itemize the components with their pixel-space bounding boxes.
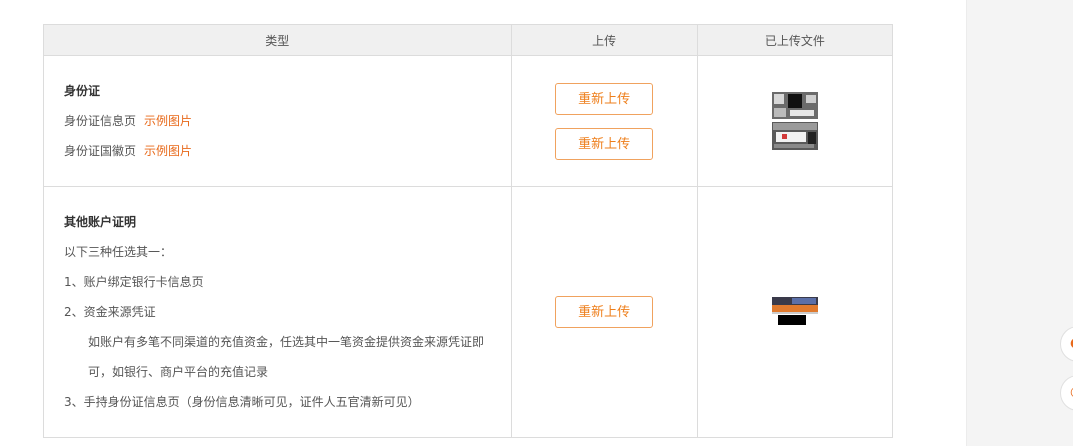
type-cell: 身份证 身份证信息页 示例图片 身份证国徽页 示例图片	[43, 55, 512, 187]
header-type: 类型	[43, 24, 512, 56]
uploaded-files-cell	[696, 55, 894, 187]
uploaded-file-thumbnail[interactable]	[771, 297, 818, 327]
reupload-button[interactable]: 重新上传	[555, 127, 654, 160]
feedback-icon[interactable]: ◑	[1060, 375, 1073, 411]
doc-line: 1、账户绑定银行卡信息页	[64, 275, 204, 289]
example-image-link[interactable]: 示例图片	[144, 114, 192, 128]
reupload-button[interactable]: 重新上传	[555, 296, 654, 328]
table-row-other-proof: 其他账户证明 以下三种任选其一： 1、账户绑定银行卡信息页 2、资金来源凭证 如…	[43, 186, 894, 438]
table-header-row: 类型 上传 已上传文件	[43, 24, 894, 56]
type-cell: 其他账户证明 以下三种任选其一： 1、账户绑定银行卡信息页 2、资金来源凭证 如…	[43, 186, 512, 438]
table-row-id-card: 身份证 身份证信息页 示例图片 身份证国徽页 示例图片 重新上传 重新上传	[43, 55, 894, 187]
doc-line: 可，如银行、商户平台的充值记录	[88, 365, 269, 379]
row-title: 身份证	[64, 84, 101, 98]
uploaded-file-thumbnail[interactable]	[771, 92, 818, 150]
doc-line-label: 身份证国徽页	[64, 144, 137, 158]
doc-line-label: 身份证信息页	[64, 114, 137, 128]
doc-line: 身份证信息页 示例图片	[64, 106, 511, 136]
doc-line: 身份证国徽页 示例图片	[64, 136, 511, 166]
right-side-panel: ◐ ◑	[966, 0, 1073, 446]
upload-cell: 重新上传	[510, 186, 698, 438]
uploaded-files-cell	[696, 186, 894, 438]
doc-line: 如账户有多笔不同渠道的充值资金，任选其中一笔资金提供资金来源凭证即	[88, 335, 485, 349]
reupload-button[interactable]: 重新上传	[555, 82, 654, 115]
support-icon[interactable]: ◐	[1060, 326, 1073, 362]
row-title: 其他账户证明	[64, 215, 137, 229]
example-image-link[interactable]: 示例图片	[144, 144, 192, 158]
doc-line: 3、手持身份证信息页（身份信息清晰可见，证件人五官清新可见）	[64, 395, 420, 409]
header-uploaded-files: 已上传文件	[696, 24, 894, 56]
upload-cell: 重新上传 重新上传	[510, 55, 698, 187]
page: 类型 上传 已上传文件 身份证 身份证信息页示例图片 身份证国徽页示例图片	[0, 0, 1073, 446]
document-upload-table: 类型 上传 已上传文件 身份证 身份证信息页示例图片 身份证国徽页示例图片	[43, 24, 894, 438]
header-upload: 上传	[510, 24, 698, 56]
doc-line: 以下三种任选其一：	[64, 245, 173, 259]
doc-line: 2、资金来源凭证	[64, 305, 156, 319]
